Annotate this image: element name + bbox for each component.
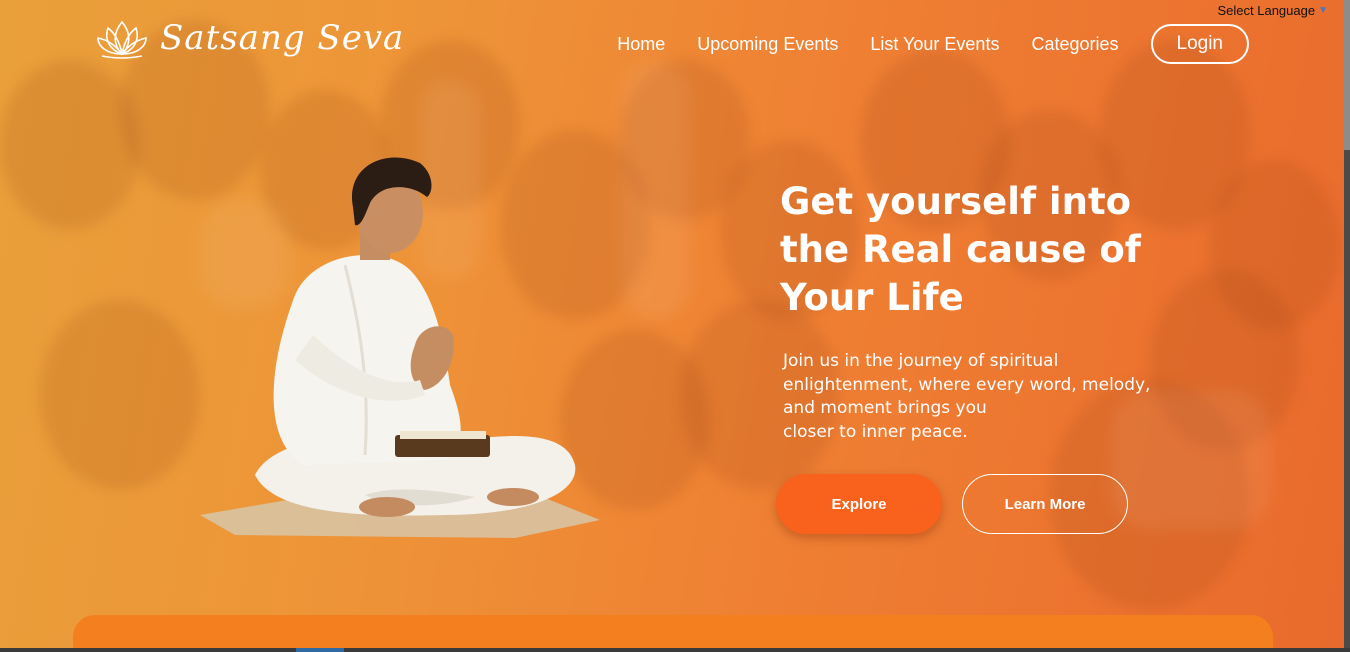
hero-subtitle-line: enlightenment, where every word, melody, <box>783 374 1151 395</box>
bottom-strip <box>0 648 1350 652</box>
brand-name: Satsang Seva <box>160 18 405 58</box>
nav-list-your-events[interactable]: List Your Events <box>870 34 999 55</box>
nav-upcoming-events[interactable]: Upcoming Events <box>697 34 838 55</box>
language-label: Select Language <box>1217 3 1316 18</box>
bottom-strip-accent <box>296 648 344 652</box>
hero-subtitle: Join us in the journey of spiritual enli… <box>783 350 1183 444</box>
login-button[interactable]: Login <box>1150 24 1249 64</box>
brand-logo[interactable]: Satsang Seva <box>96 16 404 60</box>
landing-page: Select Language ▼ Satsang Seva Home Upco… <box>0 0 1350 652</box>
hero-subtitle-line: and moment brings you <box>783 398 987 418</box>
nav-categories[interactable]: Categories <box>1031 34 1118 55</box>
learn-more-button[interactable]: Learn More <box>962 474 1128 534</box>
scrollbar[interactable] <box>1344 0 1350 652</box>
hero-subtitle-line: closer to inner peace. <box>783 421 968 442</box>
meditating-man-image <box>200 157 600 538</box>
explore-button[interactable]: Explore <box>776 474 942 534</box>
events-card <box>73 615 1273 652</box>
caret-down-icon: ▼ <box>1318 5 1328 16</box>
main-nav: Home Upcoming Events List Your Events Ca… <box>617 24 1249 64</box>
scrollbar-thumb[interactable] <box>1344 0 1350 150</box>
nav-home[interactable]: Home <box>617 34 665 55</box>
hero-subtitle-line: Join us in the journey of spiritual <box>783 351 1059 371</box>
hero-title: Get yourself into the Real cause of Your… <box>780 180 1141 319</box>
lotus-logo-icon <box>97 20 147 59</box>
language-selector[interactable]: Select Language ▼ <box>1218 3 1329 18</box>
